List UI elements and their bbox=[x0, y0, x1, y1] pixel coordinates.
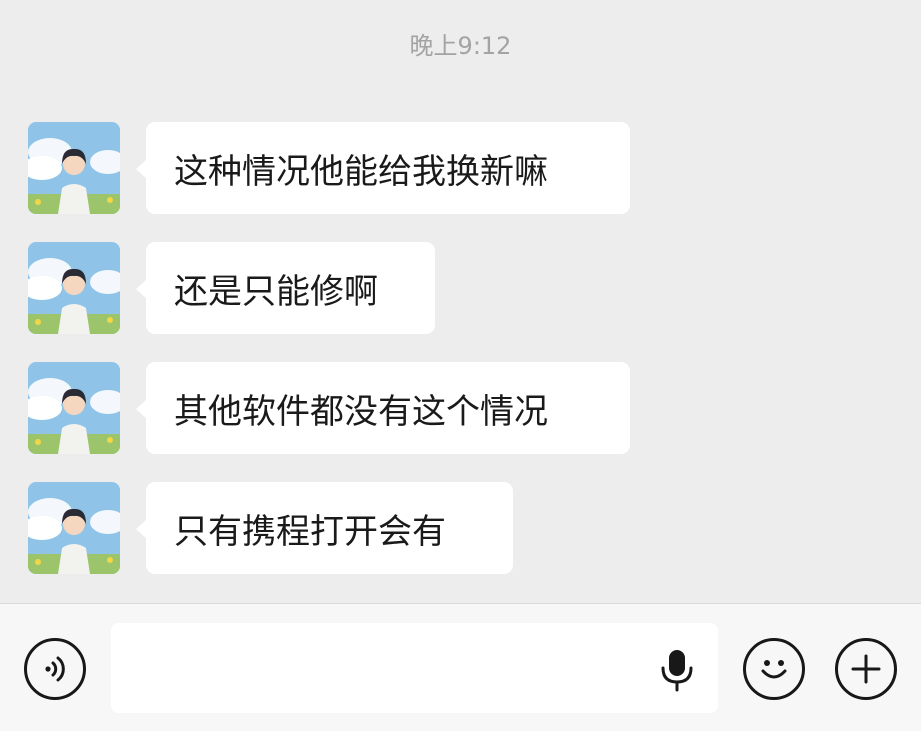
message-text: 其他软件都没有这个情况 bbox=[174, 391, 548, 432]
avatar[interactable] bbox=[28, 122, 120, 214]
voice-wave-icon bbox=[45, 656, 65, 682]
emoji-button[interactable] bbox=[743, 638, 805, 700]
message-bubble[interactable]: 这种情况他能给我换新嘛 bbox=[136, 122, 630, 214]
more-options-button[interactable] bbox=[835, 638, 897, 700]
message-bubble[interactable]: 还是只能修啊 bbox=[136, 242, 435, 334]
smiley-face-icon bbox=[761, 660, 787, 679]
avatar[interactable] bbox=[28, 482, 120, 574]
microphone-icon[interactable] bbox=[658, 648, 696, 692]
chat-timestamp: 晚上9:12 bbox=[409, 32, 512, 60]
message-bubble[interactable]: 其他软件都没有这个情况 bbox=[136, 362, 630, 454]
message-bubble[interactable]: 只有携程打开会有 bbox=[136, 482, 513, 574]
message-input[interactable] bbox=[111, 623, 718, 713]
message-text: 这种情况他能给我换新嘛 bbox=[174, 151, 548, 192]
plus-circle-icon bbox=[851, 654, 881, 684]
avatar[interactable] bbox=[28, 242, 120, 334]
chat-input-bar bbox=[0, 603, 921, 731]
avatar[interactable] bbox=[28, 362, 120, 454]
message-text: 只有携程打开会有 bbox=[174, 511, 446, 552]
message-text: 还是只能修啊 bbox=[174, 271, 378, 312]
voice-toggle-button[interactable] bbox=[24, 638, 86, 700]
